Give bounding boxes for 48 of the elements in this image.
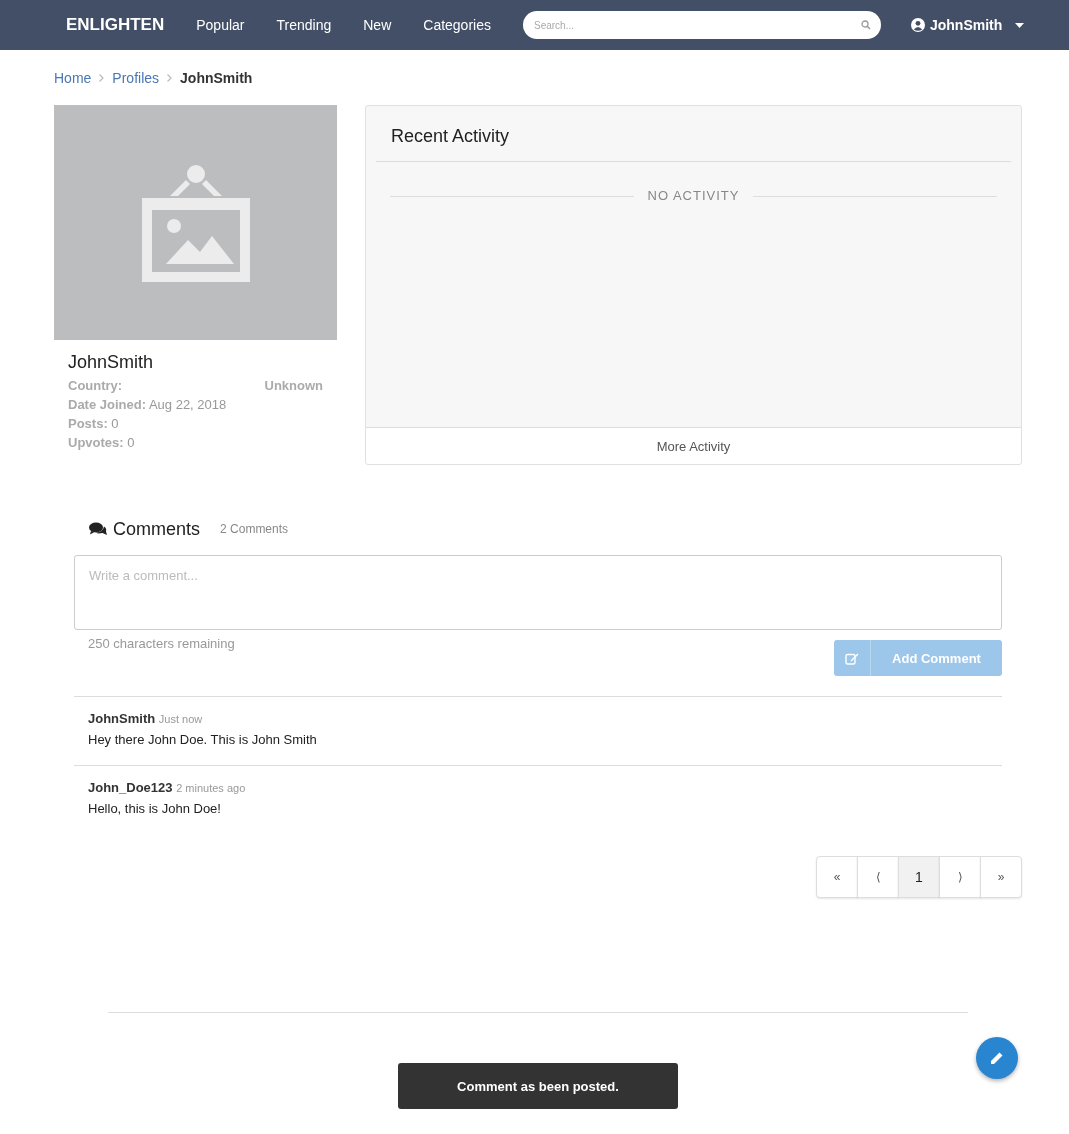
more-activity-button[interactable]: More Activity bbox=[366, 427, 1021, 464]
breadcrumb-link[interactable]: Home bbox=[54, 69, 92, 86]
field-label: Upvotes: bbox=[68, 435, 124, 450]
field-label: Posts: bbox=[68, 416, 108, 431]
field-label: Country: bbox=[68, 377, 123, 395]
profile-name: JohnSmith bbox=[68, 352, 155, 373]
nav-link[interactable]: New bbox=[363, 17, 392, 33]
field-label: Date Joined: bbox=[68, 397, 146, 412]
edit-icon bbox=[845, 651, 859, 665]
panel-title: Recent Activity bbox=[376, 106, 1011, 162]
field-value: Aug 22, 2018 bbox=[148, 397, 227, 412]
pencil-icon bbox=[990, 1051, 1004, 1065]
empty-message: NO ACTIVITY bbox=[647, 188, 740, 203]
field-value: Unknown bbox=[264, 377, 323, 395]
page-button[interactable]: ⟩ bbox=[939, 856, 981, 898]
comment-text: Hey there John Doe. This is John Smith bbox=[88, 732, 318, 747]
toast-message: Comment as been posted. bbox=[398, 1063, 678, 1109]
search-field[interactable]: Search... bbox=[522, 11, 881, 39]
breadcrumb-link[interactable]: Profiles bbox=[112, 69, 160, 86]
comment-input-field[interactable]: Write a comment... bbox=[74, 555, 1002, 630]
comment-count: 2 Comments bbox=[220, 522, 289, 536]
user-menu[interactable]: JohnSmith bbox=[910, 17, 1025, 33]
brand-logo[interactable]: ENLIGHTEN bbox=[66, 15, 165, 35]
page-button[interactable]: 1 bbox=[898, 856, 940, 898]
page-button[interactable]: » bbox=[980, 856, 1022, 898]
picture-frame-icon bbox=[141, 163, 250, 282]
search-icon bbox=[860, 20, 871, 30]
comment-text: Hello, this is John Doe! bbox=[88, 801, 222, 816]
breadcrumb-link[interactable]: JohnSmith bbox=[180, 69, 253, 86]
comment-author[interactable]: John_Doe123 bbox=[88, 780, 173, 795]
nav-link[interactable]: Categories bbox=[423, 17, 491, 33]
chevron-icon bbox=[99, 73, 105, 82]
comments-icon bbox=[89, 522, 107, 536]
user-icon bbox=[910, 18, 925, 32]
caret-icon bbox=[1015, 22, 1025, 28]
comment-author[interactable]: JohnSmith bbox=[88, 711, 156, 726]
comment-time: 2 minutes ago bbox=[176, 782, 246, 794]
page-button[interactable]: « bbox=[816, 856, 858, 898]
floating-action-button[interactable] bbox=[976, 1037, 1018, 1079]
characters-remaining: 250 characters remaining bbox=[88, 636, 235, 653]
nav-link[interactable]: Popular bbox=[196, 17, 245, 33]
page-button[interactable]: ⟨ bbox=[857, 856, 899, 898]
field-value: 0 bbox=[111, 416, 119, 431]
comment-time: Just now bbox=[158, 713, 203, 725]
chevron-icon bbox=[167, 73, 173, 82]
nav-link[interactable]: Trending bbox=[276, 17, 332, 33]
field-value: 0 bbox=[127, 435, 135, 450]
comments-title: Comments bbox=[113, 518, 201, 540]
